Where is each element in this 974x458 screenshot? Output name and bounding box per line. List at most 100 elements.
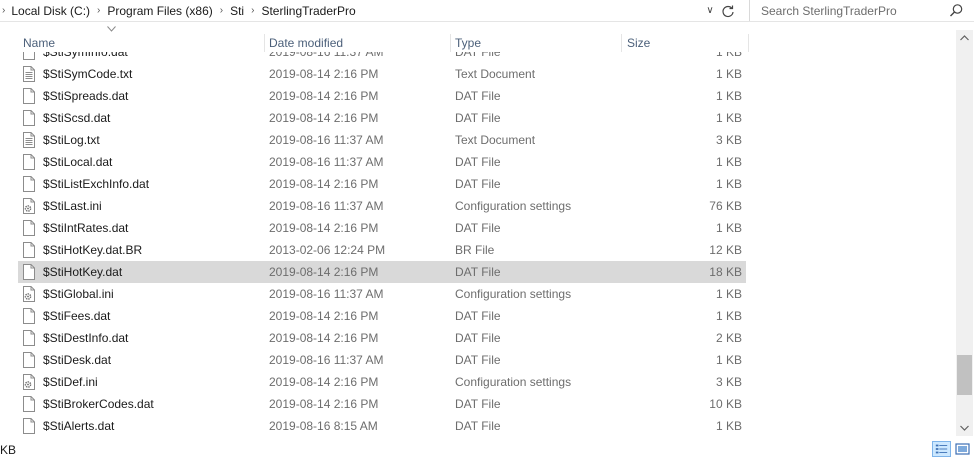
file-type: BR File	[455, 243, 495, 257]
file-date-modified: 2019-08-14 2:16 PM	[269, 375, 379, 389]
file-icon	[23, 52, 35, 60]
file-type: DAT File	[455, 89, 501, 103]
column-type[interactable]: Type	[455, 36, 481, 50]
address-history-dropdown-icon[interactable]: ∨	[703, 3, 717, 19]
breadcrumb[interactable]: › Local Disk (C:) › Program Files (x86) …	[0, 0, 705, 21]
file-size: 1 KB	[715, 419, 742, 433]
file-name: $StiIntRates.dat	[43, 221, 129, 235]
file-size: 1 KB	[715, 177, 742, 191]
status-bar: KB	[0, 440, 974, 458]
file-icon	[23, 396, 35, 412]
file-size: 1 KB	[715, 353, 742, 367]
column-name[interactable]: Name	[23, 36, 55, 50]
breadcrumb-separator-icon[interactable]: ›	[220, 5, 223, 16]
file-row[interactable]: $StiBrokerCodes.dat 2019-08-14 2:16 PM DAT…	[18, 393, 746, 415]
breadcrumb-item-sti[interactable]: Sti	[230, 4, 244, 18]
file-icon	[23, 176, 35, 192]
column-divider[interactable]	[621, 34, 622, 52]
file-name: $StiLast.ini	[43, 199, 102, 213]
breadcrumb-item-current-folder[interactable]: SterlingTraderPro	[261, 4, 355, 18]
file-row[interactable]: $StiHotKey.dat 2019-08-14 2:16 PM DAT File…	[18, 261, 746, 283]
address-bar: › Local Disk (C:) › Program Files (x86) …	[0, 0, 974, 22]
file-type: Configuration settings	[455, 199, 572, 213]
file-row[interactable]: $StiScsd.dat 2019-08-14 2:16 PM DAT File 1 …	[18, 107, 746, 129]
file-row[interactable]: $StiDestInfo.dat 2019-08-14 2:16 PM DAT Fi…	[18, 327, 746, 349]
file-date-modified: 2019-08-14 2:16 PM	[269, 397, 379, 411]
large-icons-view-icon[interactable]	[953, 441, 972, 457]
file-type: DAT File	[455, 52, 501, 59]
file-row[interactable]: $StiFees.dat 2019-08-14 2:16 PM DAT File 1 …	[18, 305, 746, 327]
file-row[interactable]: $StiGlobal.ini 2019-08-16 11:37 AM Configu…	[18, 283, 746, 305]
file-type: DAT File	[455, 397, 501, 411]
file-name: $StiLocal.dat	[43, 155, 113, 169]
file-type: DAT File	[455, 265, 501, 279]
scroll-up-icon[interactable]	[956, 30, 973, 47]
file-type: DAT File	[455, 177, 501, 191]
file-date-modified: 2019-08-16 11:37 AM	[269, 287, 384, 301]
file-type: Configuration settings	[455, 287, 572, 301]
file-name: $StiFees.dat	[43, 309, 111, 323]
file-name: $StiSymCode.txt	[43, 67, 133, 81]
scrollbar-thumb[interactable]	[957, 355, 972, 395]
file-icon	[23, 352, 35, 368]
details-view-icon[interactable]	[932, 441, 951, 457]
file-row[interactable]: $StiDef.ini 2019-08-14 2:16 PM Configurati…	[18, 371, 746, 393]
file-row[interactable]: $StiLast.ini 2019-08-16 11:37 AM Configura…	[18, 195, 746, 217]
file-icon	[23, 264, 35, 280]
file-size: 76 KB	[709, 199, 742, 213]
column-divider[interactable]	[748, 34, 749, 52]
vertical-scrollbar[interactable]	[956, 30, 973, 436]
file-date-modified: 2019-08-14 2:16 PM	[269, 331, 379, 345]
file-size: 1 KB	[715, 67, 742, 81]
file-row[interactable]: $StiAlerts.dat 2019-08-16 8:15 AM DAT File…	[18, 415, 746, 437]
file-size: 12 KB	[709, 243, 742, 257]
file-row[interactable]: $StiSpreads.dat 2019-08-14 2:16 PM DAT Fil…	[18, 85, 746, 107]
file-size: 1 KB	[715, 309, 742, 323]
breadcrumb-item-local-disk[interactable]: Local Disk (C:)	[11, 4, 90, 18]
file-name: $StiHotKey.dat	[43, 265, 123, 279]
file-row[interactable]: $StiSymInfo.dat 2019-08-16 11:37 AM DAT Fi…	[18, 52, 746, 63]
column-date-modified[interactable]: Date modified	[269, 36, 343, 50]
scroll-down-icon[interactable]	[956, 419, 973, 436]
file-size: 3 KB	[715, 375, 742, 389]
file-row[interactable]: $StiLog.txt 2019-08-16 11:37 AM Text Docum…	[18, 129, 746, 151]
refresh-icon[interactable]	[719, 2, 737, 20]
breadcrumb-item-program-files[interactable]: Program Files (x86)	[107, 4, 212, 18]
file-date-modified: 2019-08-14 2:16 PM	[269, 265, 379, 279]
file-row[interactable]: $StiSymCode.txt 2019-08-14 2:16 PM Text Do…	[18, 63, 746, 85]
column-divider[interactable]	[264, 34, 265, 52]
breadcrumb-separator-icon[interactable]: ›	[251, 5, 254, 16]
search-box[interactable]: Search SterlingTraderPro	[749, 0, 971, 21]
column-size[interactable]: Size	[627, 36, 650, 50]
file-type: Text Document	[455, 133, 536, 147]
file-size: 3 KB	[715, 133, 742, 147]
file-name: $StiHotKey.dat.BR	[43, 243, 143, 257]
file-row[interactable]: $StiLocal.dat 2019-08-16 11:37 AM DAT File…	[18, 151, 746, 173]
file-name: $StiSpreads.dat	[43, 89, 129, 103]
file-icon	[23, 418, 35, 434]
search-icon[interactable]	[949, 3, 964, 18]
file-name: $StiDestInfo.dat	[43, 331, 129, 345]
text-file-icon	[23, 132, 35, 148]
file-size: 1 KB	[715, 89, 742, 103]
file-size: 1 KB	[715, 155, 742, 169]
file-date-modified: 2019-08-14 2:16 PM	[269, 309, 379, 323]
breadcrumb-chevron-icon[interactable]: ›	[2, 5, 5, 16]
file-row[interactable]: $StiListExchInfo.dat 2019-08-14 2:16 PM DA…	[18, 173, 746, 195]
file-icon	[23, 308, 35, 324]
file-row[interactable]: $StiDesk.dat 2019-08-16 11:37 AM DAT File 1…	[18, 349, 746, 371]
file-date-modified: 2019-08-16 8:15 AM	[269, 419, 378, 433]
file-name: $StiDef.ini	[43, 375, 98, 389]
file-date-modified: 2019-08-14 2:16 PM	[269, 89, 379, 103]
settings-file-icon	[23, 374, 35, 390]
column-header: Name Date modified Type Size	[0, 22, 955, 52]
file-size: 10 KB	[709, 397, 742, 411]
search-input[interactable]: Search SterlingTraderPro	[761, 4, 897, 18]
column-divider[interactable]	[450, 34, 451, 52]
file-type: DAT File	[455, 155, 501, 169]
breadcrumb-separator-icon[interactable]: ›	[97, 5, 100, 16]
file-row[interactable]: $StiIntRates.dat 2019-08-14 2:16 PM DAT Fi…	[18, 217, 746, 239]
file-row[interactable]: $StiHotKey.dat.BR 2013-02-06 12:24 PM BR F…	[18, 239, 746, 261]
file-type: DAT File	[455, 309, 501, 323]
file-name: $StiDesk.dat	[43, 353, 112, 367]
